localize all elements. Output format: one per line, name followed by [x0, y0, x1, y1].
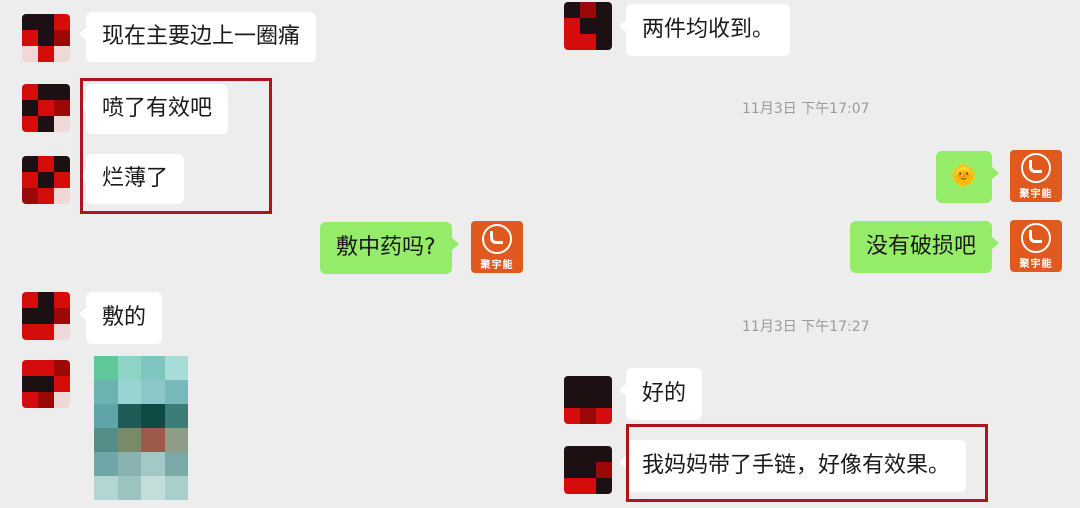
brand-avatar[interactable]: 聚宇能 — [1010, 150, 1062, 202]
brand-name: 聚宇能 — [1019, 188, 1053, 200]
brand-name: 聚宇能 — [480, 259, 514, 271]
brand-logo-icon — [1021, 152, 1051, 183]
incoming-message-bubble[interactable]: 两件均收到。 — [618, 4, 791, 56]
incoming-message-bubble[interactable]: 好的 — [618, 368, 703, 420]
outgoing-message-bubble[interactable]: 敷中药吗? — [320, 222, 459, 274]
incoming-message-bubble[interactable]: 现在主要边上一圈痛 — [78, 12, 317, 62]
contact-avatar[interactable] — [564, 446, 612, 494]
outgoing-message-bubble[interactable]: 没有破损吧 — [850, 221, 1000, 273]
brand-logo-icon — [482, 223, 512, 254]
contact-avatar[interactable] — [22, 292, 70, 340]
contact-avatar[interactable] — [22, 360, 70, 408]
highlight-box — [80, 78, 272, 214]
brand-name: 聚宇能 — [1019, 258, 1053, 270]
brand-avatar[interactable]: 聚宇能 — [1010, 220, 1062, 272]
brand-logo-icon — [1021, 222, 1051, 253]
timestamp: 11月3日 下午17:07 — [742, 101, 870, 117]
outgoing-message-bubble[interactable]: 🌞 — [936, 151, 999, 203]
contact-avatar[interactable] — [22, 14, 70, 62]
highlight-box — [626, 424, 988, 502]
contact-avatar[interactable] — [564, 376, 612, 424]
left-chat-panel: 现在主要边上一圈痛 喷了有效吧 烂薄了 敷中药吗? 聚宇能 敷的 — [0, 0, 540, 508]
contact-avatar[interactable] — [564, 2, 612, 50]
timestamp: 11月3日 下午17:27 — [742, 319, 870, 335]
brand-avatar[interactable]: 聚宇能 — [471, 221, 523, 273]
image-message[interactable] — [94, 356, 188, 500]
incoming-message-bubble[interactable]: 敷的 — [78, 292, 163, 344]
contact-avatar[interactable] — [22, 156, 70, 204]
sun-face-emoji-icon: 🌞 — [950, 164, 978, 189]
contact-avatar[interactable] — [22, 84, 70, 132]
right-chat-panel: 两件均收到。 11月3日 下午17:07 🌞 聚宇能 没有破损吧 聚宇能 11月… — [540, 0, 1080, 508]
